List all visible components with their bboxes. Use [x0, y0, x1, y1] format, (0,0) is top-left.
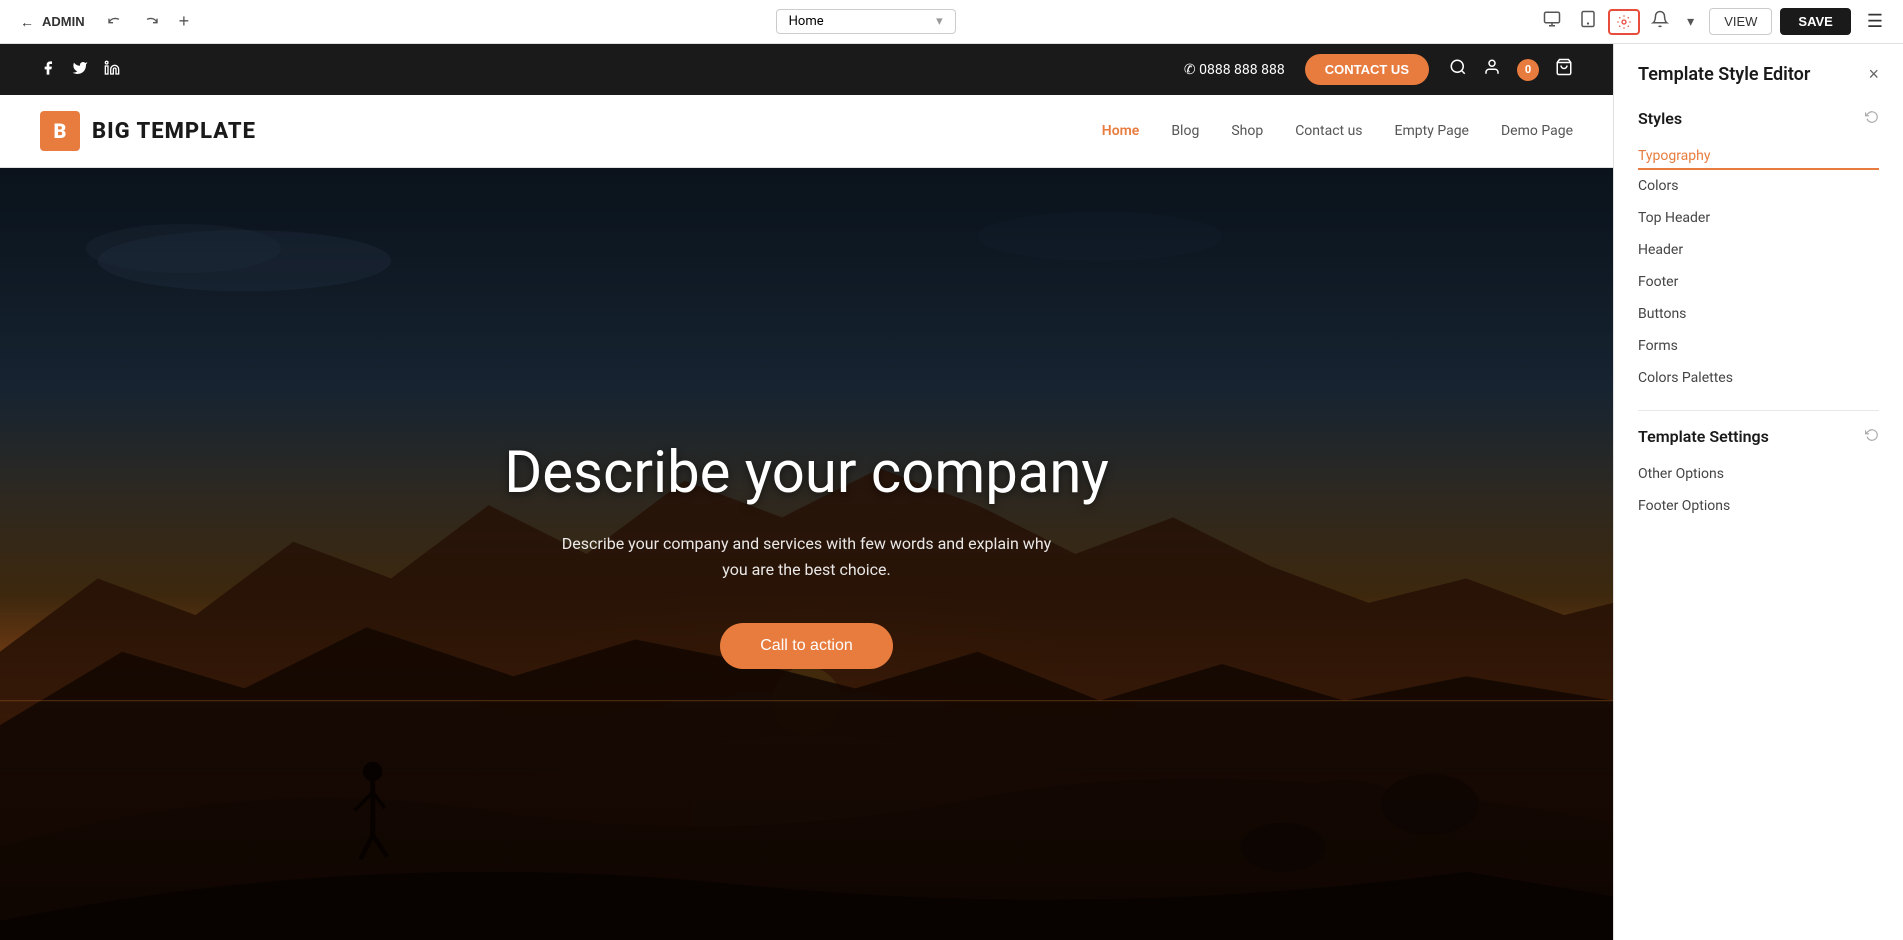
save-button[interactable]: SAVE [1780, 8, 1850, 35]
sidebar-item-header[interactable]: Header [1638, 234, 1879, 266]
sidebar-item-footer-options[interactable]: Footer Options [1638, 490, 1879, 522]
hero-section: Describe your company Describe your comp… [0, 168, 1613, 940]
nav-empty-page[interactable]: Empty Page [1395, 123, 1469, 139]
styles-section-header: Styles [1638, 109, 1879, 128]
sidebar-item-colors[interactable]: Colors [1638, 170, 1879, 202]
cta-button[interactable]: Call to action [720, 623, 893, 669]
twitter-icon[interactable] [72, 60, 88, 80]
admin-button[interactable]: ← ADMIN [12, 10, 93, 34]
admin-bar-right: ▾ VIEW SAVE ☰ [1536, 5, 1891, 38]
top-header-right: ✆ 0888 888 888 CONTACT US 0 [1184, 54, 1573, 85]
hero-title: Describe your company [504, 439, 1109, 507]
facebook-icon[interactable] [40, 60, 56, 80]
sidebar-panel: Template Style Editor × Styles Typograph… [1613, 44, 1903, 940]
menu-button[interactable]: ☰ [1859, 7, 1891, 36]
cart-badge[interactable]: 0 [1517, 59, 1539, 81]
main-area: ✆ 0888 888 888 CONTACT US 0 [0, 44, 1903, 940]
sidebar-item-typography[interactable]: Typography [1638, 140, 1879, 170]
hero-content: Describe your company Describe your comp… [464, 399, 1149, 708]
user-icon[interactable] [1483, 58, 1501, 81]
phone-number: ✆ 0888 888 888 [1184, 62, 1285, 78]
panel-close-button[interactable]: × [1868, 64, 1879, 85]
styles-reset-button[interactable] [1865, 110, 1879, 127]
panel-title: Template Style Editor [1638, 64, 1810, 85]
style-editor-button[interactable] [1608, 9, 1640, 35]
sidebar-item-buttons[interactable]: Buttons [1638, 298, 1879, 330]
logo-box: B [40, 111, 80, 151]
sidebar-item-footer[interactable]: Footer [1638, 266, 1879, 298]
add-element-button[interactable]: + [173, 7, 196, 36]
redo-button[interactable] [137, 10, 165, 34]
section-divider [1638, 410, 1879, 411]
template-settings-reset-button[interactable] [1865, 428, 1879, 445]
more-options-button[interactable]: ▾ [1680, 8, 1701, 36]
logo-text: BIG TEMPLATE [92, 119, 256, 144]
admin-bar: ← ADMIN + Home ▾ [0, 0, 1903, 44]
undo-button[interactable] [101, 10, 129, 34]
notifications-button[interactable] [1644, 5, 1676, 38]
site-top-header: ✆ 0888 888 888 CONTACT US 0 [0, 44, 1613, 95]
template-settings-title: Template Settings [1638, 427, 1769, 446]
hero-subtitle: Describe your company and services with … [557, 531, 1057, 582]
tablet-view-button[interactable] [1572, 5, 1604, 38]
contact-us-button[interactable]: CONTACT US [1305, 54, 1429, 85]
device-icons: ▾ [1536, 5, 1701, 38]
search-icon[interactable] [1449, 58, 1467, 81]
sidebar-item-other-options[interactable]: Other Options [1638, 458, 1879, 490]
cart-icon[interactable] [1555, 58, 1573, 81]
linkedin-icon[interactable] [104, 60, 120, 80]
desktop-view-button[interactable] [1536, 5, 1568, 38]
site-nav: Home Blog Shop Contact us Empty Page Dem… [1102, 123, 1573, 139]
social-icons [40, 60, 120, 80]
sidebar-item-top-header[interactable]: Top Header [1638, 202, 1879, 234]
site-header: B BIG TEMPLATE Home Blog Shop Contact us… [0, 95, 1613, 168]
nav-shop[interactable]: Shop [1231, 123, 1263, 139]
site-logo: B BIG TEMPLATE [40, 111, 256, 151]
preview-area: ✆ 0888 888 888 CONTACT US 0 [0, 44, 1613, 940]
nav-blog[interactable]: Blog [1171, 123, 1199, 139]
styles-section-title: Styles [1638, 109, 1682, 128]
admin-bar-center: Home ▾ [203, 9, 1528, 34]
nav-home[interactable]: Home [1102, 123, 1140, 139]
panel-header: Template Style Editor × [1638, 64, 1879, 85]
nav-contact[interactable]: Contact us [1295, 123, 1362, 139]
top-header-icons: 0 [1449, 58, 1573, 81]
nav-demo-page[interactable]: Demo Page [1501, 123, 1573, 139]
sidebar-item-forms[interactable]: Forms [1638, 330, 1879, 362]
admin-bar-left: ← ADMIN + [12, 7, 195, 36]
view-button[interactable]: VIEW [1709, 8, 1772, 35]
page-selector[interactable]: Home ▾ [776, 9, 956, 34]
template-settings-header: Template Settings [1638, 427, 1879, 446]
sidebar-item-colors-palettes[interactable]: Colors Palettes [1638, 362, 1879, 394]
